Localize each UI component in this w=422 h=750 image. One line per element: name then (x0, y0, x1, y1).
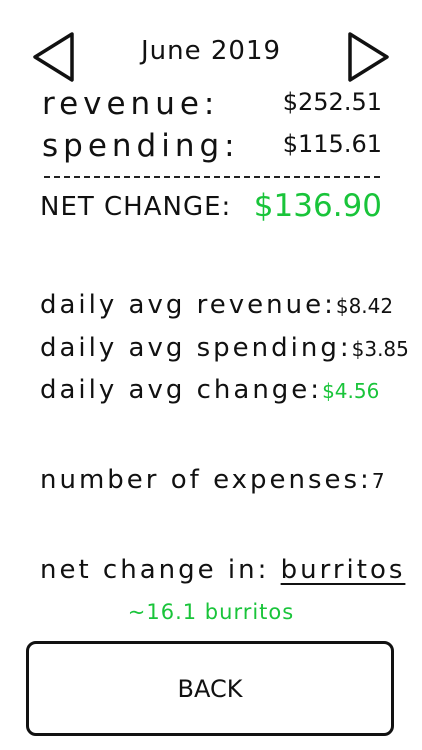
triangle-right-icon (348, 32, 389, 82)
number-of-expenses-label: number of expenses: (40, 465, 372, 495)
unit-selector-link[interactable]: burritos (281, 555, 406, 585)
net-change-label: NET CHANGE: (40, 192, 232, 222)
daily-avg-spending-label: daily avg spending: (40, 333, 352, 363)
spending-label: spending: (42, 128, 240, 164)
net-change-in-label: net change in: (40, 555, 270, 585)
net-change-value: $136.90 (253, 188, 382, 224)
spending-value: $115.61 (282, 130, 382, 158)
back-button-label: BACK (177, 674, 243, 703)
revenue-value: $252.51 (282, 88, 382, 116)
conversion-result: ~16.1 burritos (127, 600, 295, 624)
net-change-in-row: net change in: burritos (40, 555, 405, 585)
daily-avg-revenue-row: daily avg revenue:$8.42 (40, 290, 393, 320)
daily-avg-revenue-label: daily avg revenue: (40, 290, 336, 320)
back-button[interactable]: BACK (26, 641, 394, 736)
summary-divider (44, 176, 380, 178)
next-month-button[interactable] (346, 30, 392, 84)
daily-avg-change-label: daily avg change: (40, 375, 323, 405)
daily-avg-spending-row: daily avg spending:$3.85 (40, 333, 409, 363)
revenue-label: revenue: (42, 86, 220, 122)
daily-avg-revenue-value: $8.42 (335, 294, 394, 318)
daily-avg-spending-value: $3.85 (351, 337, 409, 361)
daily-avg-change-value: $4.56 (322, 379, 380, 403)
daily-avg-change-row: daily avg change:$4.56 (40, 375, 379, 405)
number-of-expenses-row: number of expenses:7 (40, 465, 385, 495)
number-of-expenses-value: 7 (371, 469, 385, 493)
